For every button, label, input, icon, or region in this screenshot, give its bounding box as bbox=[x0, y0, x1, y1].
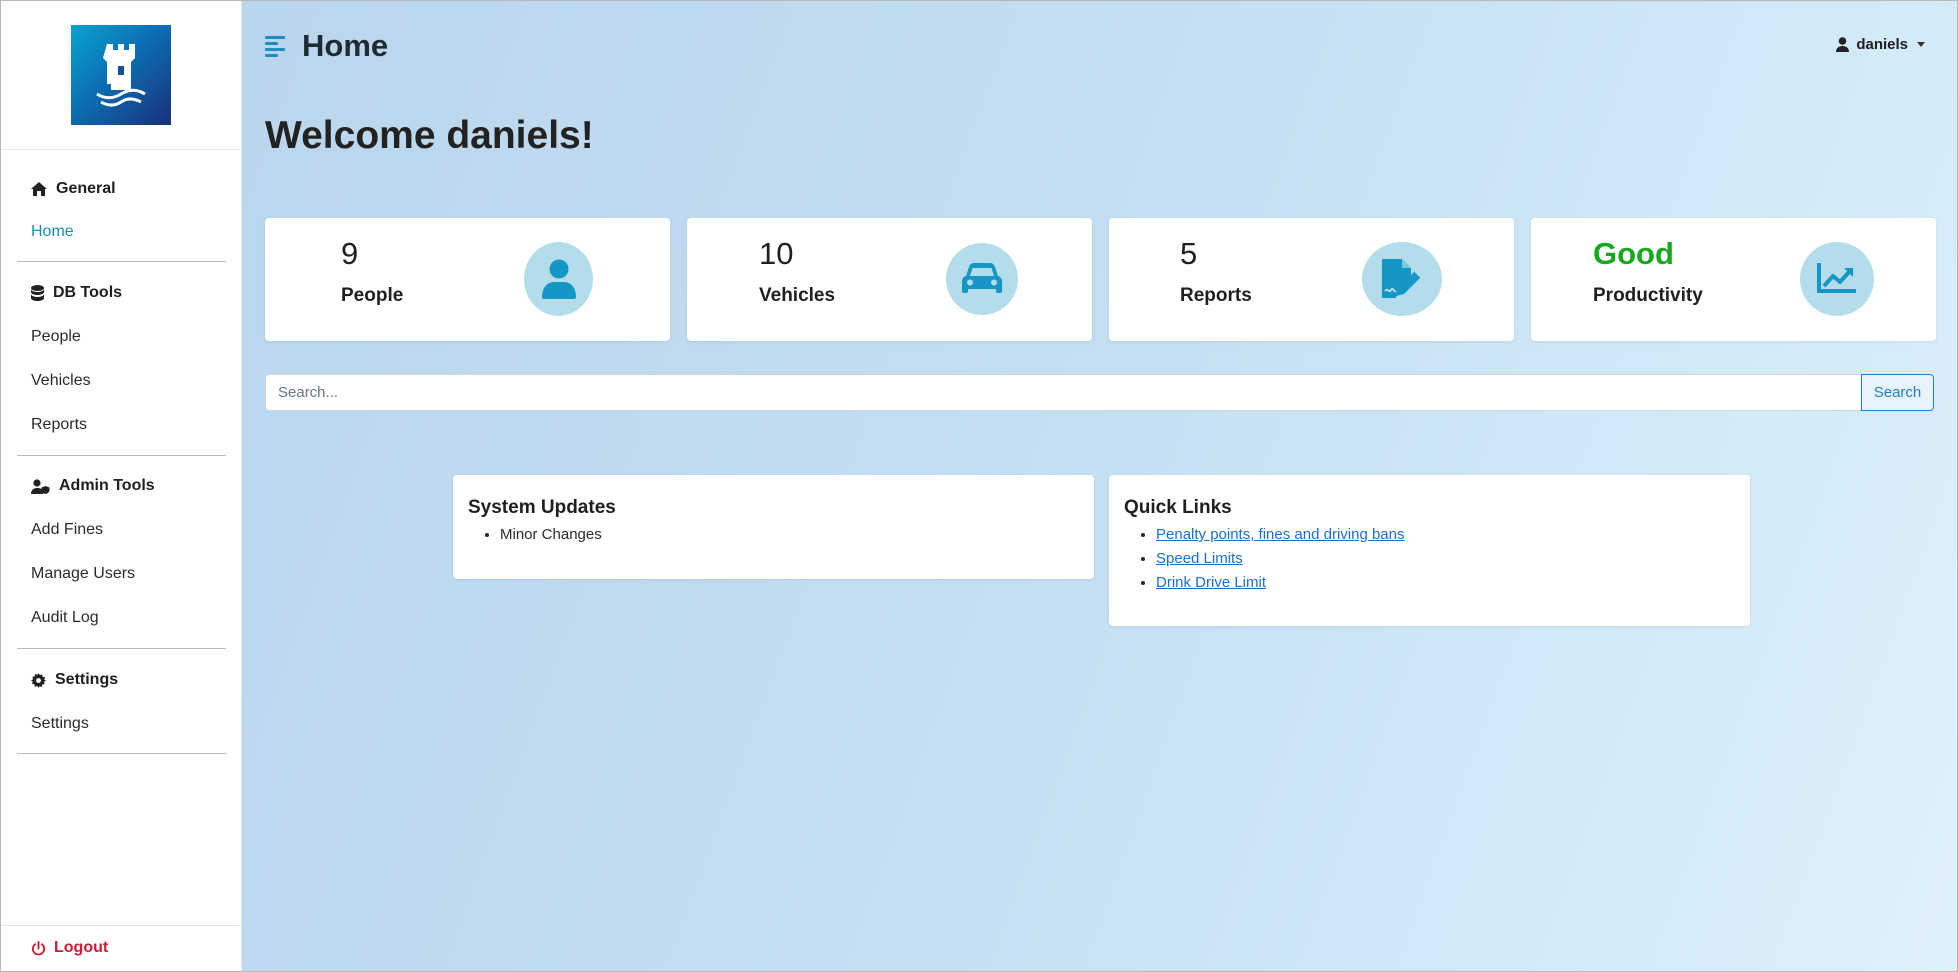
power-icon bbox=[31, 940, 46, 955]
stat-value: 9 bbox=[341, 236, 359, 271]
caret-down-icon bbox=[1917, 42, 1925, 47]
section-db-tools: DB Tools bbox=[31, 284, 122, 302]
car-icon bbox=[962, 263, 1002, 293]
list-item: Speed Limits bbox=[1156, 547, 1735, 571]
list-item: Minor Changes bbox=[500, 523, 1079, 547]
stat-card-people[interactable]: 9 People bbox=[265, 218, 670, 341]
sidebar-item-vehicles[interactable]: Vehicles bbox=[31, 372, 91, 390]
sidebar-item-reports[interactable]: Reports bbox=[31, 416, 87, 434]
stat-icon-circle bbox=[1800, 242, 1874, 316]
stat-label: Vehicles bbox=[759, 285, 836, 306]
sidebar-item-settings[interactable]: Settings bbox=[31, 715, 89, 733]
welcome-heading: Welcome daniels! bbox=[265, 114, 594, 157]
stat-value: 5 bbox=[1180, 236, 1198, 271]
quick-links-list: Penalty points, fines and driving bans S… bbox=[1156, 523, 1735, 595]
system-updates-panel: System Updates Minor Changes bbox=[453, 475, 1094, 579]
sidebar-item-people[interactable]: People bbox=[31, 328, 81, 346]
sidebar: General Home DB Tools People Vehicles Re… bbox=[1, 1, 242, 971]
sidebar-divider bbox=[17, 753, 226, 754]
stat-card-reports[interactable]: 5 Reports bbox=[1109, 218, 1514, 341]
stat-icon-circle bbox=[946, 243, 1018, 315]
home-icon bbox=[31, 182, 47, 196]
user-shield-icon bbox=[31, 478, 50, 494]
database-icon bbox=[31, 285, 44, 301]
sidebar-item-manage-users[interactable]: Manage Users bbox=[31, 565, 135, 583]
stat-label: Productivity bbox=[1593, 285, 1703, 306]
sidebar-item-home[interactable]: Home bbox=[31, 223, 74, 241]
section-settings-title: Settings bbox=[55, 671, 119, 688]
search-button[interactable]: Search bbox=[1861, 374, 1934, 411]
sidebar-divider bbox=[17, 648, 226, 649]
quick-links-title: Quick Links bbox=[1124, 497, 1232, 518]
section-general: General bbox=[31, 180, 116, 198]
university-logo[interactable] bbox=[71, 25, 171, 125]
user-icon bbox=[1836, 37, 1850, 52]
logout-label: Logout bbox=[54, 939, 109, 956]
list-item: Drink Drive Limit bbox=[1156, 571, 1735, 595]
section-settings: Settings bbox=[31, 671, 118, 689]
person-icon bbox=[541, 259, 576, 299]
main-content: Home daniels Welcome daniels! 9 People 1… bbox=[242, 1, 1957, 971]
list-item: Penalty points, fines and driving bans bbox=[1156, 523, 1735, 547]
stat-label: People bbox=[341, 285, 404, 306]
stat-value: 10 bbox=[759, 236, 794, 271]
sidebar-item-audit-log[interactable]: Audit Log bbox=[31, 609, 99, 627]
section-admin-tools: Admin Tools bbox=[31, 477, 155, 495]
sidebar-divider bbox=[17, 455, 226, 456]
system-updates-title: System Updates bbox=[468, 497, 616, 518]
logout-button[interactable]: Logout bbox=[31, 939, 108, 957]
section-db-tools-title: DB Tools bbox=[53, 284, 123, 301]
link-penalty-points[interactable]: Penalty points, fines and driving bans bbox=[1156, 526, 1405, 543]
user-menu-dropdown[interactable]: daniels bbox=[1836, 36, 1925, 53]
menu-toggle-button[interactable] bbox=[265, 35, 287, 62]
chart-line-icon bbox=[1817, 263, 1856, 293]
logo-area bbox=[1, 1, 241, 150]
stat-card-productivity[interactable]: Good Productivity bbox=[1531, 218, 1936, 341]
castle-logo-icon bbox=[96, 44, 146, 107]
stat-icon-circle bbox=[524, 242, 593, 316]
section-general-title: General bbox=[56, 180, 116, 197]
quick-links-panel: Quick Links Penalty points, fines and dr… bbox=[1109, 475, 1750, 626]
link-speed-limits[interactable]: Speed Limits bbox=[1156, 550, 1243, 567]
system-updates-list: Minor Changes bbox=[500, 523, 1079, 547]
section-admin-tools-title: Admin Tools bbox=[59, 477, 155, 494]
gear-icon bbox=[31, 672, 46, 688]
username: daniels bbox=[1856, 36, 1908, 53]
page-title: Home bbox=[302, 28, 389, 63]
stat-card-vehicles[interactable]: 10 Vehicles bbox=[687, 218, 1092, 341]
stat-value-good: Good bbox=[1593, 236, 1674, 271]
report-edit-icon bbox=[1382, 259, 1422, 298]
sidebar-item-add-fines[interactable]: Add Fines bbox=[31, 521, 103, 539]
sidebar-divider bbox=[17, 261, 226, 262]
stat-icon-circle bbox=[1362, 242, 1442, 316]
logout-bar: Logout bbox=[1, 925, 241, 971]
link-drink-drive-limit[interactable]: Drink Drive Limit bbox=[1156, 574, 1266, 591]
stat-label: Reports bbox=[1180, 285, 1252, 306]
menu-align-left-icon bbox=[265, 36, 285, 57]
search-input[interactable] bbox=[265, 374, 1862, 411]
